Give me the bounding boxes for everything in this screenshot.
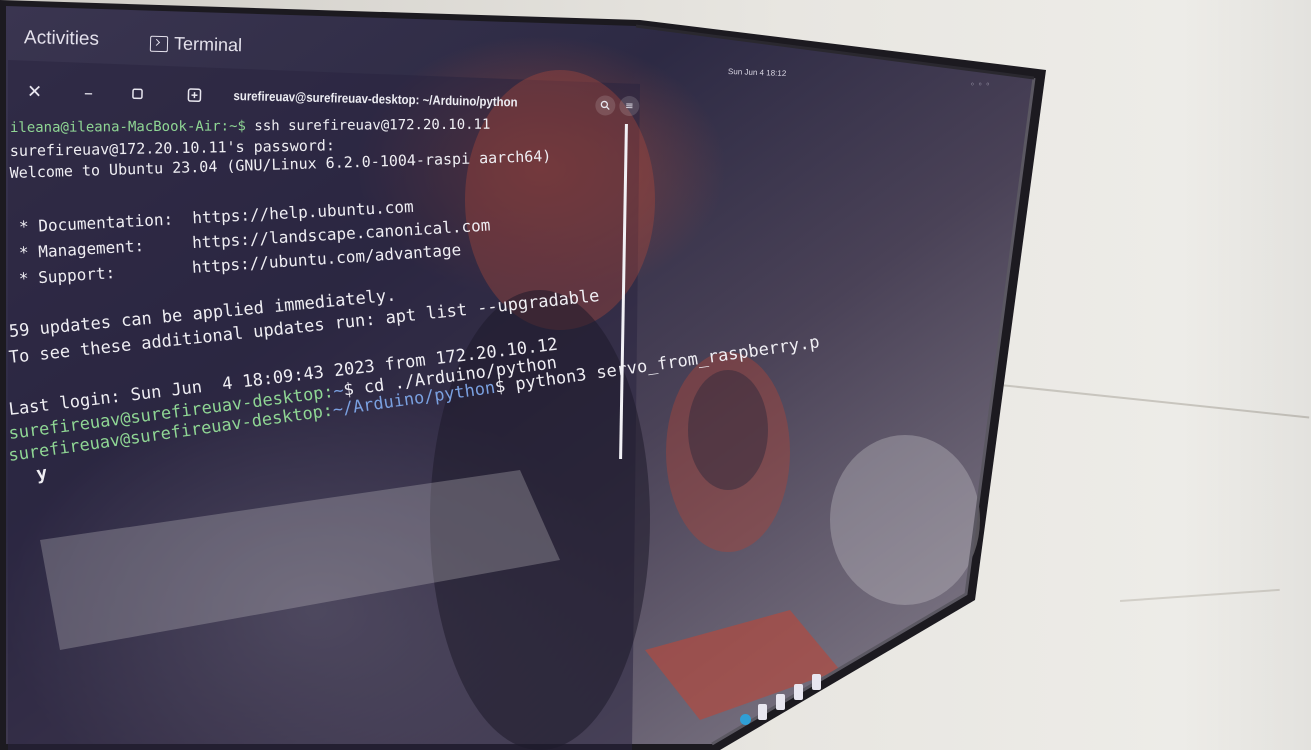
activities-button[interactable]: Activities bbox=[24, 27, 99, 51]
app-menu-terminal[interactable]: Terminal bbox=[149, 33, 243, 57]
dock-item-1[interactable] bbox=[758, 704, 767, 720]
close-icon[interactable]: ✕ bbox=[21, 78, 48, 105]
dock-item-2[interactable] bbox=[776, 694, 785, 710]
terminal-input-line[interactable]: y bbox=[35, 463, 49, 485]
window-title: surefireuav@surefireuav-desktop: ~/Ardui… bbox=[233, 88, 518, 110]
dock-item-3[interactable] bbox=[794, 684, 803, 700]
terminal-output[interactable]: ileana@ileana-MacBook-Air:~$ ssh surefir… bbox=[7, 117, 821, 485]
dock bbox=[730, 650, 870, 740]
photo-scene: Activities Terminal Sun Jun 4 18:12 ◦◦◦ … bbox=[0, 0, 1311, 750]
support-label: * Support: bbox=[8, 257, 193, 289]
terminal-icon bbox=[149, 35, 169, 52]
doc-label: * Documentation: bbox=[9, 208, 193, 237]
app-menu-label: Terminal bbox=[173, 33, 243, 56]
local-prompt: ileana@ileana-MacBook-Air:~$ bbox=[9, 118, 255, 136]
terminal-scrollbar[interactable] bbox=[619, 123, 628, 460]
minimize-icon[interactable]: – bbox=[75, 79, 102, 106]
ssh-command: ssh surefireuav@172.20.10.11 bbox=[254, 116, 491, 135]
terminal-line-ssh: ileana@ileana-MacBook-Air:~$ ssh surefir… bbox=[10, 117, 491, 136]
mgmt-label: * Management: bbox=[8, 233, 193, 263]
hamburger-menu-icon[interactable]: ≡ bbox=[619, 95, 640, 117]
desktop-screen: Activities Terminal Sun Jun 4 18:12 ◦◦◦ … bbox=[0, 0, 1311, 750]
dock-item-4[interactable] bbox=[812, 674, 821, 690]
power-icon: ◦ bbox=[985, 80, 994, 89]
search-icon[interactable] bbox=[595, 95, 616, 116]
dock-app-icon[interactable] bbox=[740, 714, 751, 725]
network-icon: ◦ bbox=[970, 80, 978, 89]
maximize-icon[interactable] bbox=[124, 81, 151, 108]
new-tab-icon[interactable] bbox=[181, 82, 208, 109]
clock[interactable]: Sun Jun 4 18:12 bbox=[728, 67, 787, 78]
system-tray[interactable]: ◦◦◦ bbox=[970, 80, 993, 89]
